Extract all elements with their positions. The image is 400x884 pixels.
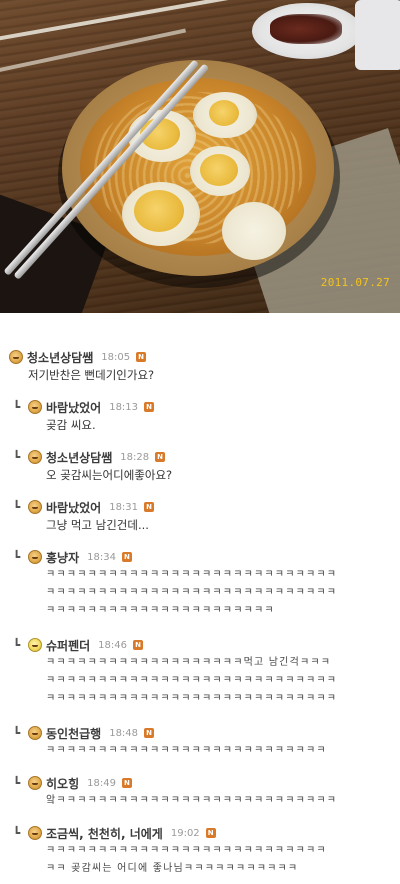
user-avatar-icon[interactable] [28,450,42,464]
comment-header: 청소년상담쌤 18:05 N [9,348,147,366]
comment-nickname[interactable]: 히오힝 [46,775,79,792]
user-avatar-icon[interactable] [28,776,42,790]
background-object [355,0,400,70]
reply-arrow-icon: ┗ [13,826,21,840]
new-badge-icon: N [144,502,155,512]
reply-arrow-icon: ┗ [13,550,21,564]
new-badge-icon: N [133,640,143,650]
comment-time: 18:05 [101,351,131,363]
side-dish-food [270,14,342,44]
new-badge-icon: N [144,728,155,738]
reply-arrow-icon: ┗ [13,500,21,514]
reply-arrow-icon: ┗ [13,638,21,652]
comment-time: 18:34 [87,551,116,563]
comment-header: ┗ 바람났었어 18:13 N [13,398,155,416]
user-avatar-icon[interactable] [28,726,42,740]
comment-text: ㅋㅋ 곶감씨는 어디에 좋나님ㅋㅋㅋㅋㅋㅋㅋㅋㅋㅋㅋ [46,863,299,874]
comment-text: ㅋㅋㅋㅋㅋㅋㅋㅋㅋㅋㅋㅋㅋㅋㅋㅋㅋㅋㅋㅋㅋㅋ [46,605,275,616]
egg-yolk [200,154,238,186]
new-badge-icon: N [205,828,216,838]
egg-yolk [209,100,239,126]
comment-time: 18:46 [98,639,127,651]
comment-header: ┗ 히오힝 18:49 N [13,774,132,792]
reply-arrow-icon: ┗ [13,726,21,740]
comment-nickname[interactable]: 동인천급행 [46,725,101,742]
comment-nickname[interactable]: 청소년상담쌤 [27,349,93,366]
new-badge-icon: N [121,552,132,562]
comment-time: 18:49 [87,777,116,789]
user-avatar-icon[interactable] [9,350,23,364]
user-avatar-icon[interactable] [28,400,42,414]
comment-time: 19:02 [170,827,200,839]
photo-date-stamp: 2011.07.27 [320,276,390,289]
comment-nickname[interactable]: 바람났었어 [46,399,101,416]
comment-time: 18:28 [120,451,150,463]
comment-time: 18:13 [109,401,139,413]
comment-header: ┗ 홍냥자 18:34 N [13,548,132,566]
comment-nickname[interactable]: 슈퍼펜더 [46,637,90,654]
comment-nickname[interactable]: 홍냥자 [46,549,79,566]
comment-text: ㅋㅋㅋㅋㅋㅋㅋㅋㅋㅋㅋㅋㅋㅋㅋㅋㅋㅋㅋ먹고 남긴걱ㅋㅋㅋ [46,657,332,668]
comment-text: ㅋㅋㅋㅋㅋㅋㅋㅋㅋㅋㅋㅋㅋㅋㅋㅋㅋㅋㅋㅋㅋㅋㅋㅋㅋㅋㅋㅋ [46,569,338,580]
comment-nickname[interactable]: 청소년상담쌤 [46,449,112,466]
comment-time: 18:31 [109,501,139,513]
comment-text: ㅋㅋㅋㅋㅋㅋㅋㅋㅋㅋㅋㅋㅋㅋㅋㅋㅋㅋㅋㅋㅋㅋㅋㅋㅋㅋㅋㅋ [46,587,338,598]
reply-arrow-icon: ┗ [13,400,21,414]
comment-text: ㅋㅋㅋㅋㅋㅋㅋㅋㅋㅋㅋㅋㅋㅋㅋㅋㅋㅋㅋㅋㅋㅋㅋㅋㅋㅋㅋㅋ [46,675,338,686]
comment-header: ┗ 조금씩, 천천히, 너에게 19:02 N [13,824,216,842]
reply-arrow-icon: ┗ [13,776,21,790]
comment-text: 곶감 씨요. [46,418,96,432]
comment-header: ┗ 동인천급행 18:48 N [13,724,155,742]
comment-text: ㅋㅋㅋㅋㅋㅋㅋㅋㅋㅋㅋㅋㅋㅋㅋㅋㅋㅋㅋㅋㅋㅋㅋㅋㅋㅋㅋ [46,845,327,856]
comment-text: ㅋㅋㅋㅋㅋㅋㅋㅋㅋㅋㅋㅋㅋㅋㅋㅋㅋㅋㅋㅋㅋㅋㅋㅋㅋㅋㅋㅋ [46,693,338,704]
photo-ramen-bowl: 2011.07.27 [0,0,400,313]
comment-header: ┗ 청소년상담쌤 18:28 N [13,448,166,466]
comment-nickname[interactable]: 바람났었어 [46,499,101,516]
comment-text: 오 곶감씨는어디에좋아요? [46,468,173,482]
comment-time: 18:48 [109,727,139,739]
comment-text: 그냥 먹고 남긴건데... [46,518,149,532]
new-badge-icon: N [155,452,166,462]
comment-text: 저기반찬은 뻔데기인가요? [28,368,155,382]
comment-text: ㅋㅋㅋㅋㅋㅋㅋㅋㅋㅋㅋㅋㅋㅋㅋㅋㅋㅋㅋㅋㅋㅋㅋㅋㅋㅋㅋ [46,745,327,756]
user-avatar-icon[interactable] [28,826,42,840]
reply-arrow-icon: ┗ [13,450,21,464]
user-avatar-icon[interactable] [28,500,42,514]
comment-text: 앜ㅋㅋㅋㅋㅋㅋㅋㅋㅋㅋㅋㅋㅋㅋㅋㅋㅋㅋㅋㅋㅋㅋㅋㅋㅋㅋㅋ [46,795,338,806]
egg-half [222,202,286,260]
comment-nickname[interactable]: 조금씩, 천천히, 너에게 [46,825,163,842]
new-badge-icon: N [136,352,147,362]
user-avatar-icon[interactable] [28,550,42,564]
user-avatar-icon[interactable] [28,638,42,652]
new-badge-icon: N [144,402,155,412]
comment-header: ┗ 슈퍼펜더 18:46 N [13,636,143,654]
egg-yolk [134,190,184,232]
new-badge-icon: N [121,778,132,788]
comment-header: ┗ 바람났었어 18:31 N [13,498,155,516]
